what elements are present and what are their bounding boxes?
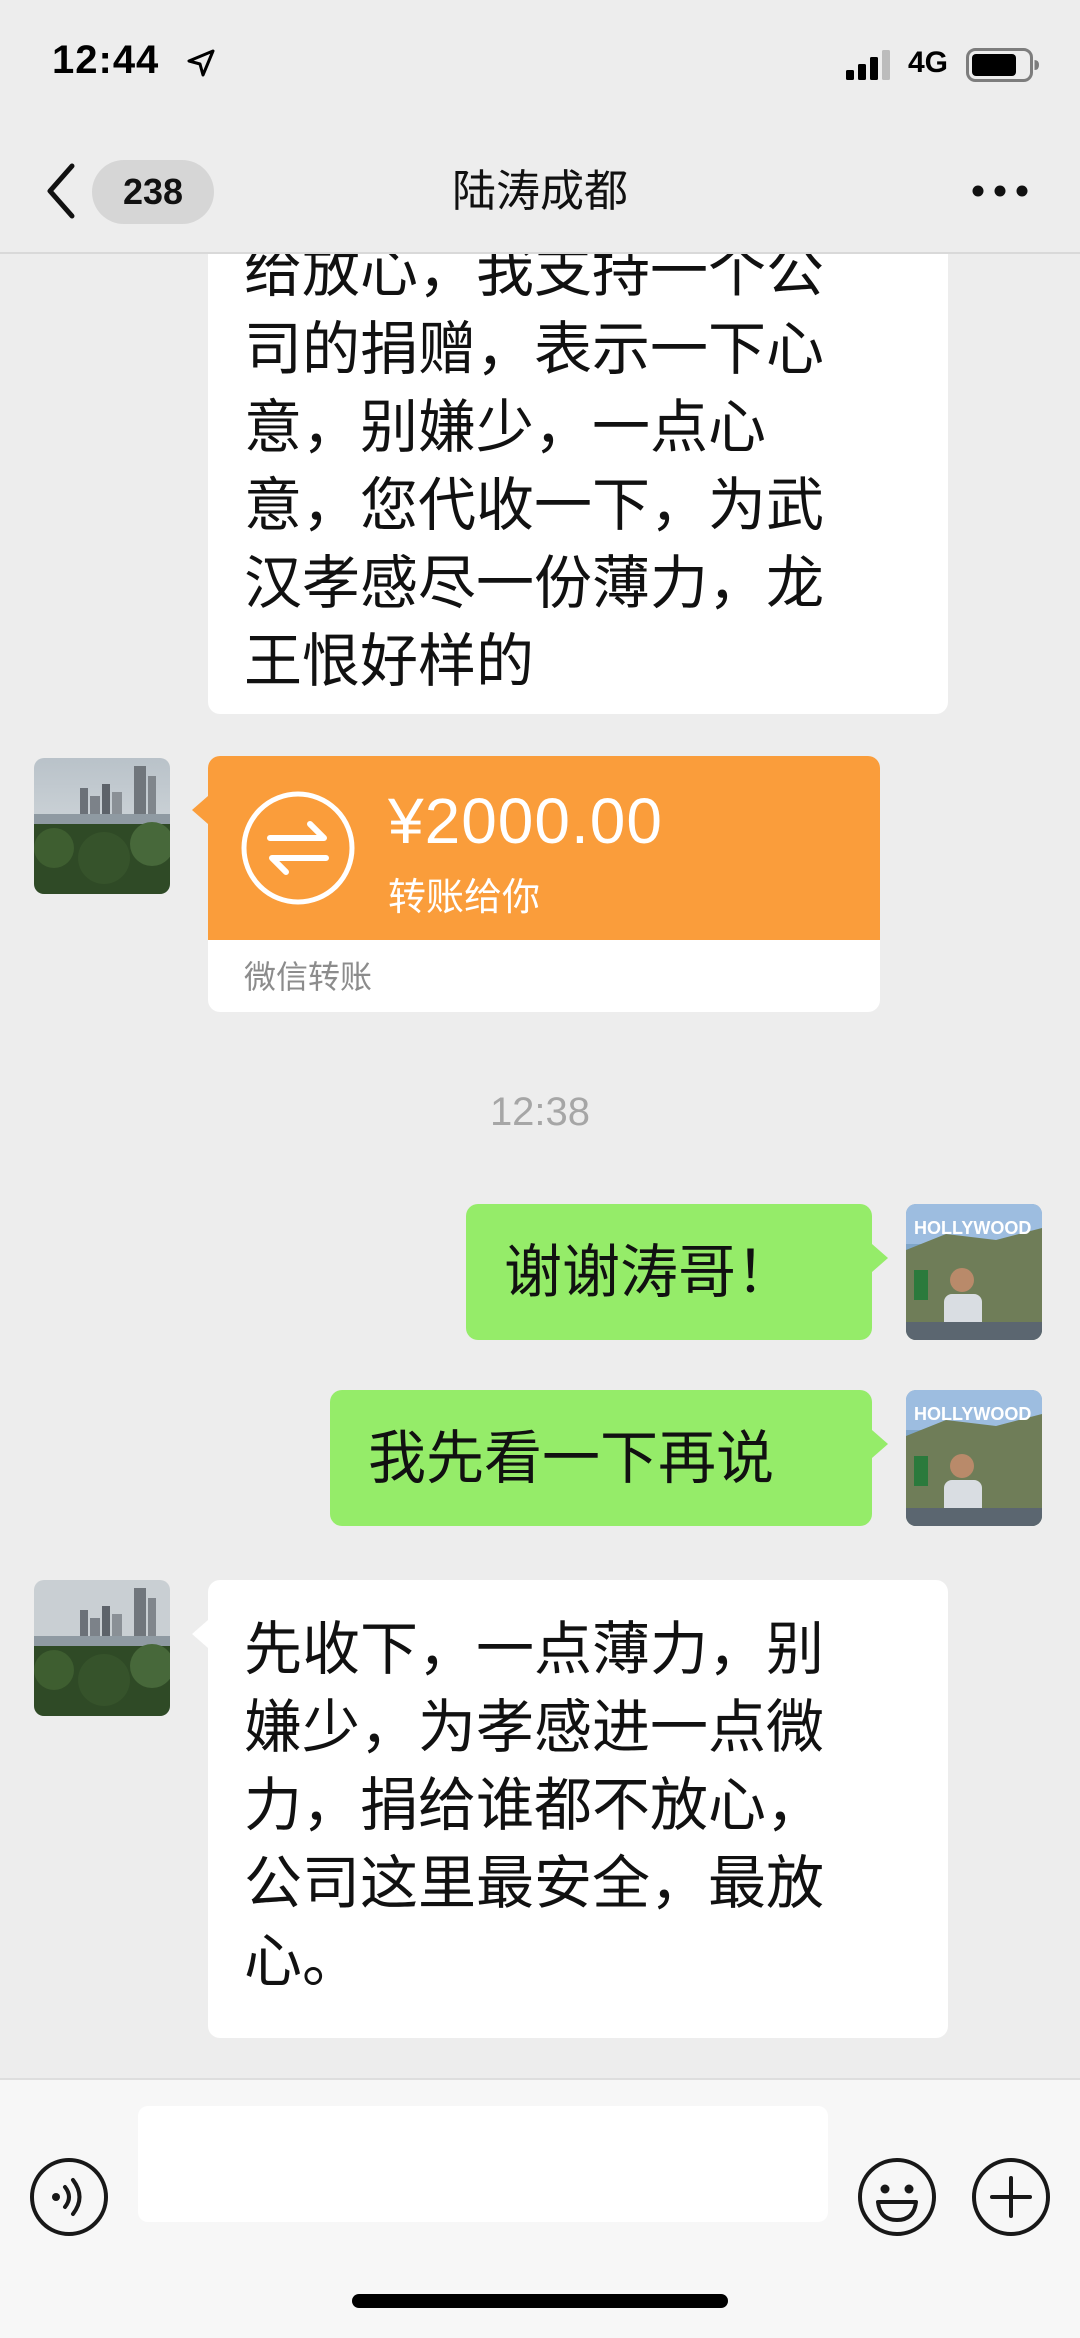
message-text: 先收下，一点薄力，别 嫌少，为孝感进一点微 力，捐给谁都不放心， 公司这里最安全… [244,1615,825,1995]
bubble-tail [192,1620,208,1648]
message-input[interactable] [138,2106,828,2222]
message-text: 谢谢涛哥！ [504,1238,795,1306]
svg-text:HOLLYWOOD: HOLLYWOOD [914,1218,1031,1238]
message-bubble-incoming[interactable]: 给放心，我支持一个公 司的捐赠，表示一下心 意，别嫌少，一点心 意，您代收一下，… [208,254,948,714]
avatar-contact[interactable] [34,1580,170,1716]
message-text: 我先看一下再说 [368,1424,775,1492]
svg-text:HOLLYWOOD: HOLLYWOOD [914,1404,1031,1424]
chevron-left-icon[interactable] [40,160,80,222]
message-timestamp: 12:38 [489,1090,591,1134]
transfer-description: 转账给你 [388,875,541,919]
avatar-hollywood-image: HOLLYWOOD [906,1390,1042,1526]
battery-icon [966,48,1039,82]
home-indicator[interactable] [352,2294,728,2308]
message-bubble-outgoing[interactable]: 谢谢涛哥！ [466,1204,872,1340]
transfer-card[interactable]: ¥2000.00 转账给你 微信转账 [208,756,880,1012]
unread-count-badge[interactable]: 238 [92,160,214,224]
avatar-self[interactable]: HOLLYWOOD [906,1390,1042,1526]
transfer-card-header: ¥2000.00 转账给你 [208,756,880,940]
avatar-contact[interactable] [34,758,170,894]
message-list[interactable]: 给放心，我支持一个公 司的捐赠，表示一下心 意，别嫌少，一点心 意，您代收一下，… [0,254,1080,2078]
avatar-city-image [34,1580,170,1716]
transfer-footer-label: 微信转账 [244,958,373,996]
network-type-label: 4G [908,46,949,79]
signal-bars-icon [846,50,890,80]
emoji-icon[interactable] [856,2156,938,2238]
avatar-city-image [34,758,170,894]
status-time: 12:44 [52,38,160,82]
chat-title: 陆涛成都 [452,166,628,217]
transfer-arrows-icon [241,791,355,905]
message-bubble-outgoing[interactable]: 我先看一下再说 [330,1390,872,1526]
message-text: 给放心，我支持一个公 司的捐赠，表示一下心 意，别嫌少，一点心 意，您代收一下，… [244,254,825,695]
bubble-tail [192,796,208,824]
transfer-amount: ¥2000.00 [388,785,663,857]
plus-icon[interactable] [970,2156,1052,2238]
status-bar: 12:44 4G [0,0,1080,130]
chat-header: 238 陆涛成都 [0,130,1080,254]
bubble-tail [872,1430,888,1458]
location-arrow-icon [187,49,215,77]
message-bubble-incoming[interactable]: 先收下，一点薄力，别 嫌少，为孝感进一点微 力，捐给谁都不放心， 公司这里最安全… [208,1580,948,2038]
avatar-hollywood-image: HOLLYWOOD [906,1204,1042,1340]
ellipsis-icon[interactable] [970,176,1030,206]
voice-icon[interactable] [28,2156,110,2238]
bubble-tail [872,1244,888,1272]
avatar-self[interactable]: HOLLYWOOD [906,1204,1042,1340]
